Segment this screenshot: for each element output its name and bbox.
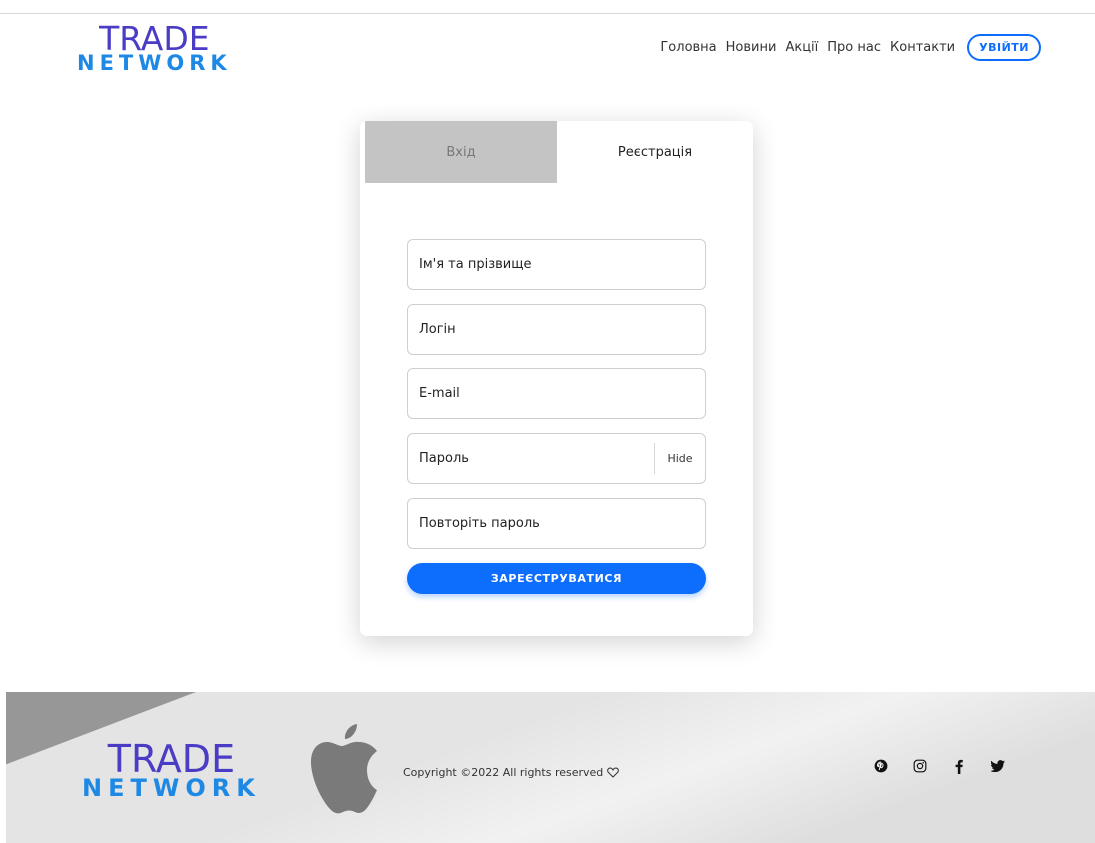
email-field — [407, 368, 706, 419]
fullname-field — [407, 239, 706, 290]
password-input[interactable] — [408, 434, 656, 483]
repeat-password-field — [407, 498, 706, 549]
username-input[interactable] — [408, 305, 705, 354]
site-header: TRADE NETWORK Головна Новини Акції Про н… — [0, 14, 1095, 84]
main-nav: Головна Новини Акції Про нас Контакти УВ… — [651, 34, 1041, 61]
auth-card: Вхід Реєстрація Hide ЗАРЕЄСТРУВАТИСЯ — [360, 121, 753, 636]
nav-link-contacts[interactable]: Контакти — [890, 40, 955, 55]
site-footer: TRADE NETWORK Copyright ©2022 All rights… — [6, 692, 1095, 843]
social-links — [872, 757, 1028, 775]
pinterest-icon[interactable] — [872, 757, 890, 775]
footer-logo-line-1: TRADE — [107, 737, 236, 781]
nav-link-about[interactable]: Про нас — [827, 40, 881, 55]
repeat-password-input[interactable] — [408, 499, 705, 548]
login-field — [407, 304, 706, 355]
password-visibility-toggle[interactable]: Hide — [654, 443, 705, 474]
nav-link-home[interactable]: Головна — [660, 40, 716, 55]
register-button[interactable]: ЗАРЕЄСТРУВАТИСЯ — [407, 563, 706, 594]
fullname-input[interactable] — [408, 240, 705, 289]
email-input[interactable] — [408, 369, 705, 418]
site-logo[interactable]: TRADE NETWORK — [77, 22, 232, 74]
facebook-icon[interactable] — [950, 757, 968, 775]
apple-logo-icon — [311, 724, 377, 814]
tab-registration[interactable]: Реєстрація — [557, 121, 753, 183]
nav-link-promotions[interactable]: Акції — [785, 40, 818, 55]
nav-link-news[interactable]: Новини — [726, 40, 777, 55]
footer-logo[interactable]: TRADE NETWORK — [82, 740, 261, 800]
instagram-icon[interactable] — [911, 757, 929, 775]
twitter-icon[interactable] — [989, 757, 1007, 775]
logo-line-2: NETWORK — [77, 51, 232, 75]
copyright-text: Copyright ©2022 All rights reserved — [403, 766, 604, 779]
heart-icon — [607, 767, 620, 778]
footer-logo-line-2: NETWORK — [82, 774, 261, 802]
tab-login[interactable]: Вхід — [365, 121, 557, 183]
auth-tabs: Вхід Реєстрація — [365, 121, 753, 183]
copyright: Copyright ©2022 All rights reserved — [403, 766, 620, 779]
login-button[interactable]: УВІЙТИ — [967, 34, 1041, 61]
password-field: Hide — [407, 433, 706, 484]
